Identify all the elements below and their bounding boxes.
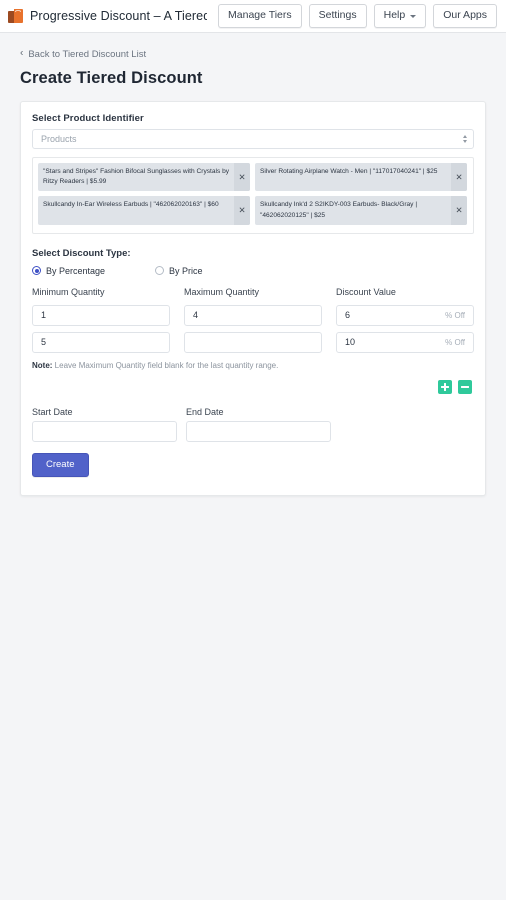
start-date-input[interactable] [32,420,177,442]
chevron-left-icon: ‹ [20,47,24,59]
radio-by-price-label: By Price [169,265,203,276]
product-tag-label: "Stars and Stripes" Fashion Bifocal Sung… [43,168,230,186]
min-quantity-input-row-1[interactable]: 1 [32,304,170,326]
manage-tiers-button[interactable]: Manage Tiers [218,4,302,28]
end-date-input[interactable] [186,420,331,442]
plus-icon[interactable] [438,379,452,394]
help-button[interactable]: Help [373,4,427,28]
close-icon[interactable]: ✕ [451,196,467,225]
help-label: Help [383,9,406,22]
tier-row-controls [32,379,474,394]
our-apps-button[interactable]: Our Apps [433,4,497,28]
discount-value-header: Discount Value [336,286,396,297]
product-tag[interactable]: Skullcandy Ink'd 2 S2IKDY-003 Earbuds- B… [255,196,467,225]
note-prefix: Note: [32,360,53,370]
date-range-grid: Start Date End Date [32,407,474,442]
radio-by-percentage-label: By Percentage [46,265,106,276]
close-icon[interactable]: ✕ [234,163,250,192]
product-select[interactable]: Products [32,129,474,149]
max-quantity-input-row-2[interactable] [184,331,322,353]
app-bar-actions: Manage Tiers Settings Help Our Apps [218,4,497,28]
max-quantity-value-row-1: 4 [193,310,199,321]
discount-value-row-2: 10 [345,337,356,348]
product-tag[interactable]: Silver Rotating Airplane Watch - Men | "… [255,163,467,192]
chevron-down-icon [410,14,417,18]
breadcrumb-back-link[interactable]: ‹ Back to Tiered Discount List [20,47,147,60]
radio-unselected-icon [155,266,165,276]
manage-tiers-label: Manage Tiers [228,9,292,22]
selected-products-container: "Stars and Stripes" Fashion Bifocal Sung… [32,157,474,234]
shopping-bag-icon [8,9,23,23]
discount-value-row-1: 6 [345,310,351,321]
percent-off-suffix-row-1: % Off [445,310,465,320]
page-header: ‹ Back to Tiered Discount List Create Ti… [0,33,506,88]
close-icon[interactable]: ✕ [234,196,250,225]
max-quantity-input-row-1[interactable]: 4 [184,304,322,326]
breadcrumb-label: Back to Tiered Discount List [28,48,147,60]
discount-type-radio-group: By Percentage By Price [32,266,474,276]
product-tag-label: Skullcandy Ink'd 2 S2IKDY-003 Earbuds- B… [260,201,418,219]
max-quantity-note: Note: Leave Maximum Quantity field blank… [32,361,474,370]
app-top-bar: Progressive Discount – A Tiered Discount… [0,0,506,33]
start-date-field: Start Date [32,407,177,442]
min-quantity-input-row-2[interactable]: 5 [32,331,170,353]
discount-value-input-row-1[interactable]: 6 % Off [336,304,474,326]
tier-rows-grid: Minimum Quantity Maximum Quantity Discou… [32,287,474,353]
discount-type-label: Select Discount Type: [32,247,131,259]
our-apps-label: Our Apps [443,9,487,22]
product-select-placeholder: Products [41,134,77,144]
radio-by-percentage[interactable]: By Percentage [32,266,105,276]
min-quantity-value-row-1: 1 [41,310,47,321]
tiered-discount-form-card: Select Product Identifier Products "Star… [20,101,486,497]
radio-by-price[interactable]: By Price [155,266,203,276]
product-tag[interactable]: "Stars and Stripes" Fashion Bifocal Sung… [38,163,250,192]
note-text: Leave Maximum Quantity field blank for t… [52,360,279,370]
app-title: Progressive Discount – A Tiered Discount… [30,9,208,23]
min-quantity-header: Minimum Quantity [32,286,105,297]
page-title: Create Tiered Discount [20,69,203,87]
max-quantity-header: Maximum Quantity [184,286,260,297]
settings-button[interactable]: Settings [308,4,367,28]
product-tag[interactable]: Skullcandy In-Ear Wireless Earbuds | "46… [38,196,250,225]
min-quantity-value-row-2: 5 [41,337,47,348]
create-button[interactable]: Create [32,452,89,478]
end-date-field: End Date [186,407,331,442]
radio-selected-icon [32,266,41,276]
minus-icon[interactable] [458,379,472,394]
product-tag-label: Silver Rotating Airplane Watch - Men | "… [260,168,438,175]
close-icon[interactable]: ✕ [451,163,467,192]
discount-value-input-row-2[interactable]: 10 % Off [336,331,474,353]
product-identifier-label: Select Product Identifier [32,113,144,124]
percent-off-suffix-row-2: % Off [445,337,465,347]
product-tag-label: Skullcandy In-Ear Wireless Earbuds | "46… [43,201,219,209]
settings-label: Settings [318,9,357,22]
start-date-label: Start Date [32,406,73,417]
product-select-wrapper: Products [32,129,474,149]
end-date-label: End Date [186,406,224,417]
